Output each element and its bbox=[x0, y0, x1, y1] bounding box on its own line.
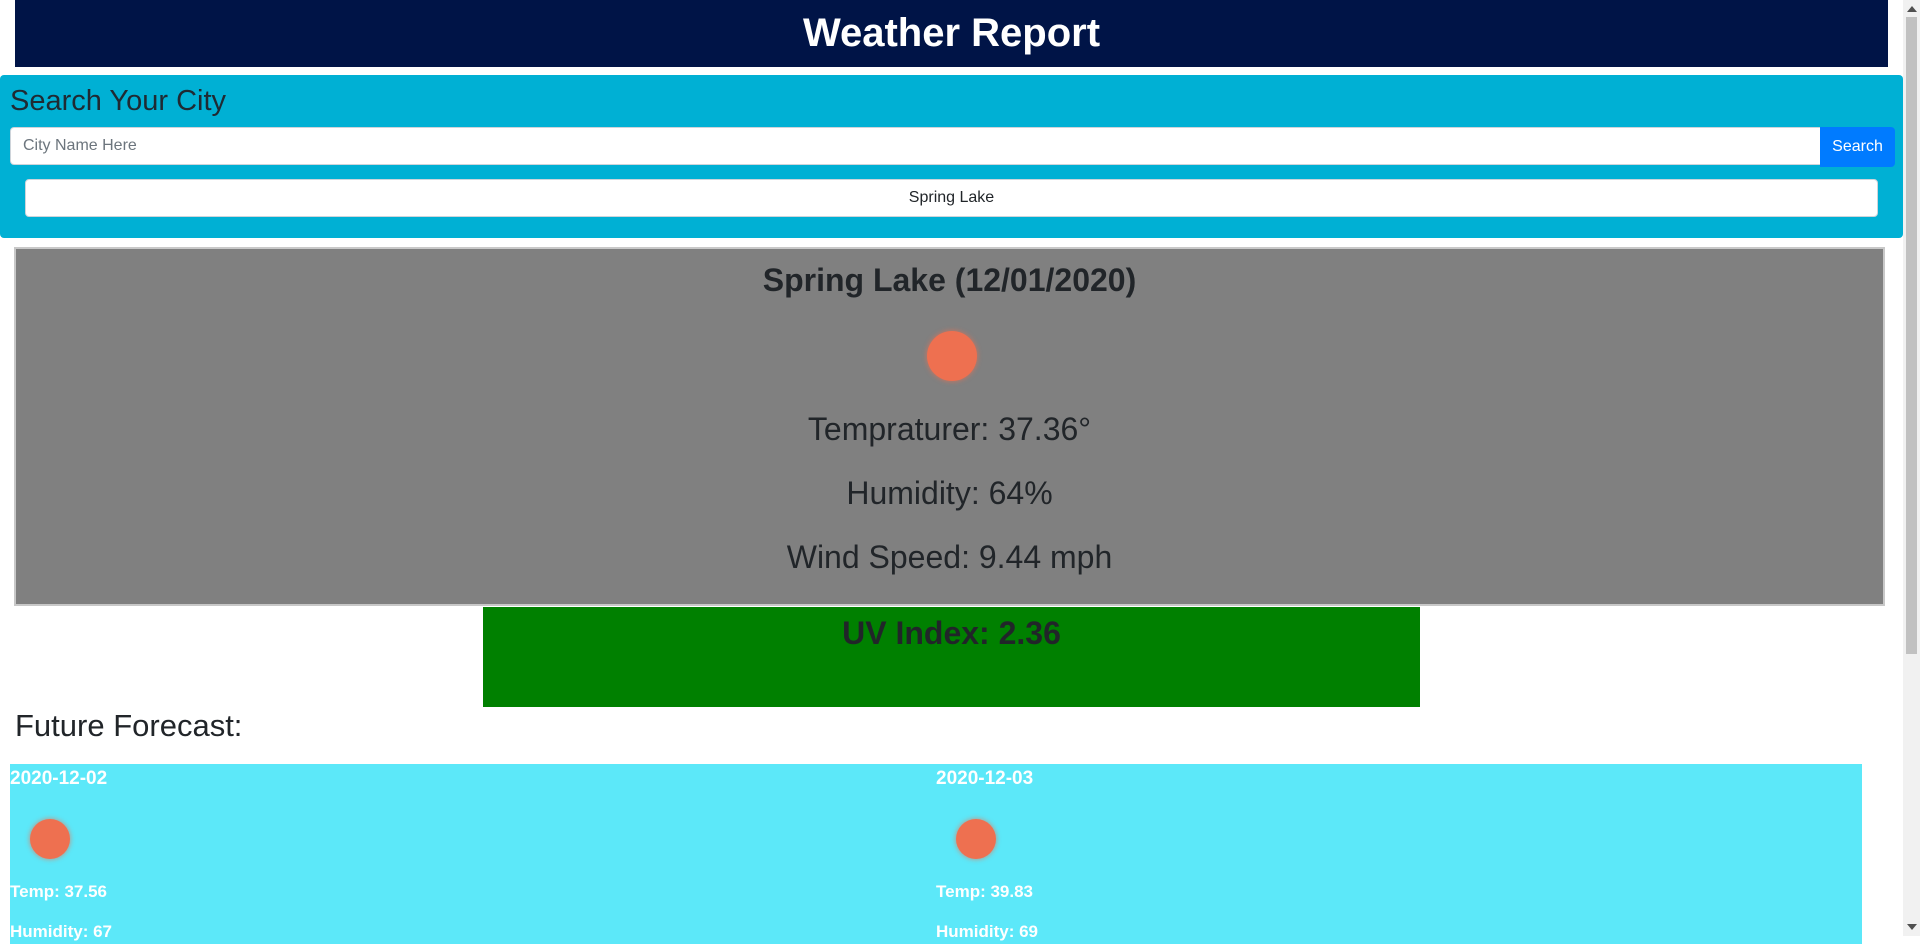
weather-condition-icon bbox=[30, 819, 70, 859]
city-search-input[interactable] bbox=[10, 127, 1832, 165]
current-city-title: Spring Lake (12/01/2020) bbox=[762, 262, 1137, 298]
history-city-button[interactable]: Spring Lake bbox=[25, 179, 1878, 217]
search-button[interactable]: Search bbox=[1820, 127, 1895, 167]
forecast-temp: Temp: 39.83 bbox=[936, 882, 1034, 901]
page-title: Weather Report bbox=[802, 11, 1101, 55]
uv-index-badge: UV Index: 2.36 bbox=[483, 607, 1420, 707]
uv-index-text: UV Index: 2.36 bbox=[842, 615, 1061, 651]
forecast-humidity: Humidity: 69 bbox=[936, 922, 1039, 941]
forecast-date: 2020-12-02 bbox=[10, 768, 108, 789]
scroll-up-arrow-icon[interactable] bbox=[1907, 6, 1917, 12]
forecast-card: 2020-12-03 Temp: 39.83 Humidity: 69 bbox=[936, 764, 1862, 944]
current-humidity: Humidity: 64% bbox=[846, 475, 1053, 511]
forecast-date: 2020-12-03 bbox=[936, 768, 1034, 789]
scrollbar-thumb[interactable] bbox=[1906, 17, 1917, 654]
current-weather-card: Spring Lake (12/01/2020) Tempraturer: 37… bbox=[14, 247, 1885, 606]
forecast-card: 2020-12-02 Temp: 37.56 Humidity: 67 bbox=[10, 764, 936, 944]
forecast-humidity: Humidity: 67 bbox=[10, 922, 113, 941]
scroll-down-arrow-icon[interactable] bbox=[1907, 924, 1917, 930]
weather-condition-icon bbox=[956, 819, 996, 859]
forecast-heading: Future Forecast: bbox=[15, 708, 243, 743]
vertical-scrollbar[interactable] bbox=[1903, 0, 1920, 936]
current-temperature: Tempraturer: 37.36° bbox=[807, 411, 1092, 447]
search-title: Search Your City bbox=[10, 85, 227, 117]
search-panel: Search Your City Search Spring Lake bbox=[0, 75, 1903, 238]
weather-condition-icon bbox=[927, 331, 977, 381]
current-wind-speed: Wind Speed: 9.44 mph bbox=[786, 539, 1113, 575]
page-header: Weather Report bbox=[15, 0, 1888, 67]
forecast-temp: Temp: 37.56 bbox=[10, 882, 108, 901]
